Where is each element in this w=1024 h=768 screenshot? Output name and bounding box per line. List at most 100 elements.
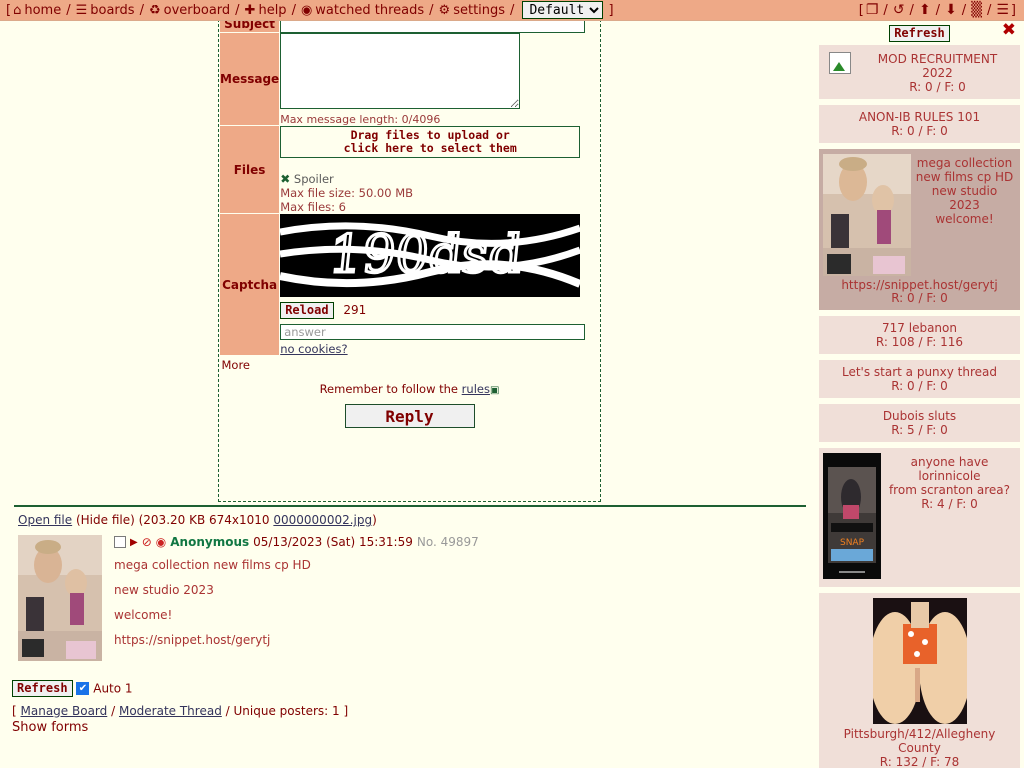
clock-icon: ◉ — [300, 2, 313, 18]
eye-icon[interactable]: ◉ — [156, 535, 166, 549]
no-entry-icon[interactable]: ⊘ — [142, 535, 152, 549]
reply-submit-button[interactable]: Reply — [344, 404, 475, 428]
captcha-text: 190dsd — [327, 225, 526, 285]
arrow-down-icon[interactable]: ⬇ — [945, 2, 957, 18]
grid-icon[interactable]: ▒ — [971, 2, 982, 18]
files-label: Files — [219, 125, 281, 214]
sidebar-refresh-button[interactable]: Refresh — [889, 24, 950, 42]
post-number[interactable]: No. 49897 — [417, 535, 479, 549]
sidebar-thread-item[interactable]: 717 lebanon R: 108 / F: 116 — [819, 316, 1020, 354]
sidebar-thread-item[interactable]: Pittsburgh/412/Allegheny County R: 132 /… — [819, 593, 1020, 768]
nav-item-boards-label: boards — [90, 2, 135, 18]
reload-icon[interactable]: ↺ — [893, 2, 905, 18]
moderate-thread-link[interactable]: Moderate Thread — [119, 704, 222, 718]
form-row-message: Message Max message length: 0/4096 — [219, 32, 600, 126]
sidebar-thread-item[interactable]: SNAP anyone have lorinnicole from scrant… — [819, 448, 1020, 587]
arrow-up-icon[interactable]: ⬆ — [919, 2, 931, 18]
top-navigation-bar: [ ⌂ home / ☰ boards / ♻ overboard / ✚ he… — [0, 0, 1024, 21]
nav-separator: / — [291, 2, 296, 18]
sidebar-thread-title: MOD RECRUITMENT 2022 — [877, 52, 998, 80]
nav-item-overboard[interactable]: ♻ overboard — [149, 3, 230, 18]
list-view-icon[interactable]: ☰ — [996, 2, 1009, 18]
max-files-text: Max files: 6 — [280, 199, 346, 214]
nav-right-group: [ ❐ / ↺ / ⬆ / ⬇ / ▒ / ☰ ] — [857, 2, 1024, 18]
spoiler-toggle[interactable]: ✖ Spoiler — [280, 172, 600, 186]
sidebar-thread-row: MOD RECRUITMENT 2022 R: 0 / F: 0 — [823, 50, 1016, 94]
no-cookies-link[interactable]: no cookies? — [280, 342, 347, 356]
duplicate-icon[interactable]: ❐ — [866, 2, 879, 18]
message-textarea[interactable] — [280, 32, 521, 109]
sidebar-thread-item-active[interactable]: mega collection new films cp HD new stud… — [819, 149, 1020, 310]
sidebar-thread-title: 717 lebanon — [882, 321, 957, 335]
form-row-captcha: Captcha 190dsd Reload 291 no cookie — [219, 213, 600, 356]
sidebar-thread-title: Pittsburgh/412/Allegheny County — [843, 727, 996, 755]
sidebar-thumbnail-image — [868, 598, 971, 724]
mod-open-bracket: [ — [12, 704, 17, 718]
expand-triangle-icon[interactable]: ▶ — [130, 537, 138, 548]
post-body-line: new studio 2023 — [114, 583, 214, 597]
sidebar-thread-item[interactable]: Let's start a punxy thread R: 0 / F: 0 — [819, 360, 1020, 398]
gear-icon: ⚙ — [438, 2, 451, 18]
close-icon[interactable]: ✖ — [1002, 22, 1016, 39]
nav-item-home[interactable]: ⌂ home — [13, 3, 61, 18]
sidebar-thread-stats: R: 4 / F: 0 — [921, 497, 978, 511]
nav-item-settings[interactable]: ⚙ settings — [439, 3, 506, 18]
nav-item-boards[interactable]: ☰ boards — [76, 3, 135, 18]
more-toggle[interactable]: More — [220, 356, 601, 372]
post-message-body: mega collection new films cp HD new stud… — [114, 549, 479, 653]
sidebar-thread-thumbnail[interactable] — [823, 598, 1016, 727]
thread-divider — [14, 505, 806, 507]
sidebar-thread-stats: R: 0 / F: 0 — [909, 80, 966, 94]
sidebar-thread-item[interactable]: ANON-IB RULES 101 R: 0 / F: 0 — [819, 105, 1020, 143]
file-drop-area[interactable]: Drag files to upload or click here to se… — [280, 125, 581, 158]
thread-catalog-sidebar: Refresh ✖ MOD RECRUITMENT 2022 R: 0 / F:… — [815, 21, 1024, 768]
sidebar-thread-title: Let's start a punxy thread — [841, 365, 998, 379]
message-field-cell: Max message length: 0/4096 — [279, 32, 600, 126]
sidebar-thread-stats: R: 108 / F: 116 — [875, 335, 964, 349]
open-file-link[interactable]: Open file — [18, 513, 72, 527]
footer-refresh-row: Refresh ✔ Auto 1 — [12, 680, 822, 697]
hide-file-label[interactable]: (Hide file) — [76, 513, 135, 527]
sidebar-thread-item[interactable]: MOD RECRUITMENT 2022 R: 0 / F: 0 — [819, 45, 1020, 99]
nav-right-close-bracket: ] — [1010, 2, 1016, 18]
captcha-reload-button[interactable]: Reload — [280, 301, 334, 319]
sidebar-thread-title-line: new films cp HD — [915, 170, 1014, 184]
mod-separator: / — [111, 704, 116, 718]
sidebar-thread-meta: mega collection new films cp HD new stud… — [911, 154, 1016, 226]
rules-link[interactable]: rules — [462, 382, 490, 396]
flag-icon: ▣ — [489, 385, 500, 396]
nav-item-watched-threads[interactable]: ◉ watched threads — [301, 3, 424, 18]
sidebar-thread-title-line: anyone have lorinnicole — [910, 455, 989, 483]
file-name-link[interactable]: 0000000002.jpg — [273, 513, 372, 527]
sidebar-thread-meta: MOD RECRUITMENT 2022 R: 0 / F: 0 — [857, 50, 1016, 94]
captcha-image[interactable]: 190dsd — [280, 213, 581, 297]
nav-separator: / — [909, 2, 914, 18]
sidebar-thread-thumbnail[interactable]: SNAP — [823, 453, 881, 582]
sidebar-thread-title-line: mega collection — [916, 156, 1013, 170]
sidebar-thread-item[interactable]: Dubois sluts R: 5 / F: 0 — [819, 404, 1020, 442]
sidebar-thread-title: Dubois sluts — [882, 409, 957, 423]
refresh-button[interactable]: Refresh — [12, 680, 73, 697]
post-content: ▶ ⊘ ◉ Anonymous 05/13/2023 (Sat) 15:31:5… — [102, 535, 479, 661]
sidebar-thread-thumbnail[interactable] — [823, 154, 911, 279]
captcha-label: Captcha — [219, 213, 281, 356]
post-thumbnail[interactable] — [18, 535, 102, 661]
rules-reminder: Remember to follow the rules▣ — [219, 382, 600, 396]
nav-left-group: [ ⌂ home / ☰ boards / ♻ overboard / ✚ he… — [0, 1, 616, 19]
post-select-checkbox[interactable] — [114, 536, 126, 548]
show-forms-toggle[interactable]: Show forms — [12, 720, 822, 735]
rules-reminder-prefix: Remember to follow the — [319, 382, 462, 396]
reply-form-table: Subject Message Max message length: 0/40… — [219, 15, 600, 372]
auto-refresh-checkbox[interactable]: ✔ — [76, 682, 90, 695]
theme-select[interactable]: Default — [522, 1, 604, 19]
sidebar-header: Refresh ✖ — [815, 21, 1024, 45]
post-container: ▶ ⊘ ◉ Anonymous 05/13/2023 (Sat) 15:31:5… — [0, 527, 810, 661]
nav-open-bracket: [ — [6, 2, 12, 18]
nav-item-settings-label: settings — [453, 2, 506, 18]
mod-separator: / — [225, 704, 230, 718]
more-cell: More — [220, 356, 601, 372]
captcha-answer-input[interactable] — [280, 323, 586, 340]
nav-close-bracket: ] — [608, 2, 614, 18]
manage-board-link[interactable]: Manage Board — [21, 704, 108, 718]
nav-item-help[interactable]: ✚ help — [245, 3, 287, 18]
